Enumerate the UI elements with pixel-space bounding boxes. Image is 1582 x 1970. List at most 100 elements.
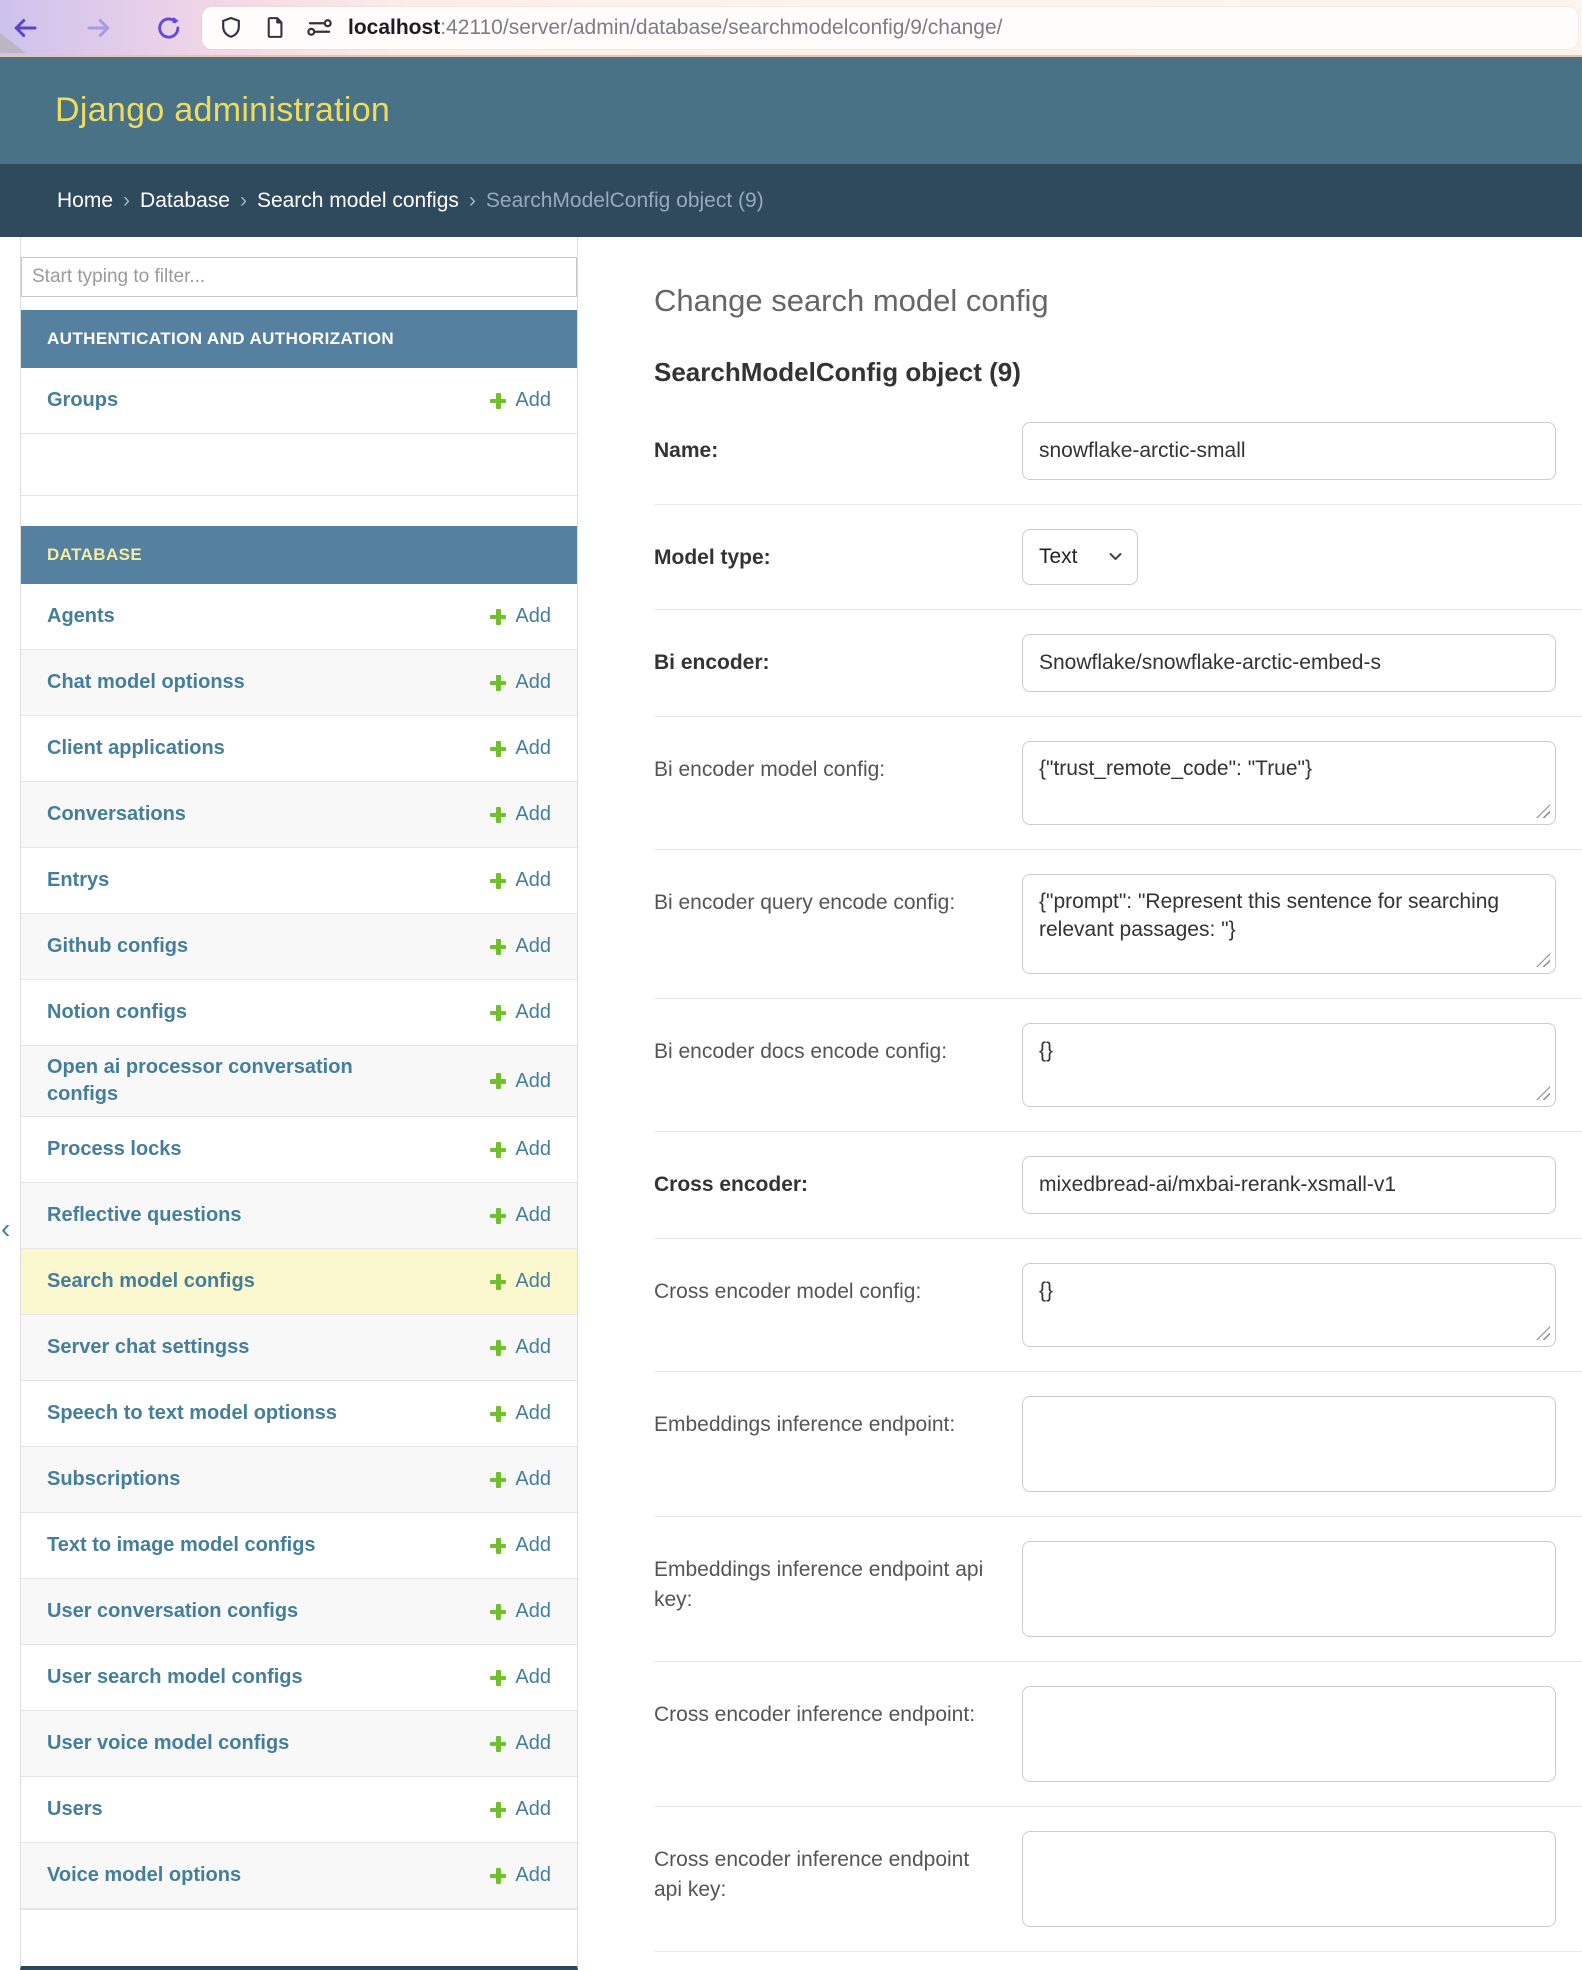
cross-encoder-field[interactable] bbox=[1022, 1156, 1556, 1214]
sidebar-item-entrys[interactable]: Entrys bbox=[47, 867, 109, 894]
url-bar[interactable]: localhost:42110/server/admin/database/se… bbox=[202, 7, 1578, 49]
page-title: Change search model config bbox=[654, 283, 1582, 319]
form-row-embeddings-inference-endpoint-api-key: Embeddings inference endpoint api key: bbox=[654, 1517, 1582, 1662]
add-label: Add bbox=[515, 1270, 551, 1293]
sidebar-item-user-conversation-configs[interactable]: User conversation configs bbox=[47, 1598, 298, 1625]
add-text-to-image-model-configs-button[interactable]: Add bbox=[490, 1534, 551, 1557]
form-row-model-type: Model type: Text bbox=[654, 505, 1582, 610]
add-subscriptions-button[interactable]: Add bbox=[490, 1468, 551, 1491]
sidebar-item-open-ai-processor-conversation-configs[interactable]: Open ai processor conversation configs bbox=[47, 1054, 377, 1108]
breadcrumb-current: SearchModelConfig object (9) bbox=[486, 189, 764, 213]
add-user-conversation-configs-button[interactable]: Add bbox=[490, 1600, 551, 1623]
add-voice-model-options-button[interactable]: Add bbox=[490, 1864, 551, 1887]
sidebar-row-client-applications: Client applications Add bbox=[21, 716, 577, 782]
add-label: Add bbox=[515, 1600, 551, 1623]
url-text[interactable]: localhost:42110/server/admin/database/se… bbox=[348, 16, 1003, 40]
add-reflective-questions-button[interactable]: Add bbox=[490, 1204, 551, 1227]
change-form: Name: Model type: Text Bi encoder: Bi en… bbox=[654, 398, 1582, 1970]
sidebar-item-process-locks[interactable]: Process locks bbox=[47, 1136, 182, 1163]
sidebar-row-speech-to-text-model-optionss: Speech to text model optionss Add bbox=[21, 1381, 577, 1447]
add-speech-to-text-model-optionss-button[interactable]: Add bbox=[490, 1402, 551, 1425]
sidebar-item-server-chat-settingss[interactable]: Server chat settingss bbox=[47, 1334, 249, 1361]
sidebar-item-github-configs[interactable]: Github configs bbox=[47, 933, 188, 960]
sidebar-row-voice-model-options: Voice model options Add bbox=[21, 1843, 577, 1909]
plus-icon bbox=[490, 1472, 506, 1488]
add-label: Add bbox=[515, 1402, 551, 1425]
plus-icon bbox=[490, 1538, 506, 1554]
plus-icon bbox=[490, 1802, 506, 1818]
sidebar-row-user-conversation-configs: User conversation configs Add bbox=[21, 1579, 577, 1645]
embeddings-inference-endpoint-label: Embeddings inference endpoint: bbox=[654, 1396, 1022, 1440]
add-server-chat-settingss-button[interactable]: Add bbox=[490, 1336, 551, 1359]
url-host: localhost bbox=[348, 16, 440, 39]
add-process-locks-button[interactable]: Add bbox=[490, 1138, 551, 1161]
sidebar-item-speech-to-text-model-optionss[interactable]: Speech to text model optionss bbox=[47, 1400, 337, 1427]
sidebar-item-text-to-image-model-configs[interactable]: Text to image model configs bbox=[47, 1532, 316, 1559]
reload-icon[interactable] bbox=[152, 11, 186, 45]
sidebar-item-conversations[interactable]: Conversations bbox=[47, 801, 186, 828]
plus-icon bbox=[490, 1073, 506, 1089]
form-row-cross-encoder: Cross encoder: bbox=[654, 1132, 1582, 1239]
cross-encoder-inference-endpoint-api-key-field[interactable] bbox=[1022, 1831, 1556, 1927]
bi-encoder-model-config-field[interactable] bbox=[1022, 741, 1556, 825]
add-groups-button[interactable]: Add bbox=[490, 389, 551, 412]
add-users-button[interactable]: Add bbox=[490, 1798, 551, 1821]
breadcrumb-link-home[interactable]: Home bbox=[57, 189, 113, 213]
plus-icon bbox=[490, 741, 506, 757]
sidebar-row-groups: Groups Add bbox=[21, 368, 577, 434]
sidebar-item-users[interactable]: Users bbox=[47, 1796, 103, 1823]
sidebar-item-user-search-model-configs[interactable]: User search model configs bbox=[47, 1664, 303, 1691]
bi-encoder-docs-encode-config-field[interactable] bbox=[1022, 1023, 1556, 1107]
sidebar-item-chat-model-optionss[interactable]: Chat model optionss bbox=[47, 669, 245, 696]
breadcrumb-link-database[interactable]: Database bbox=[140, 189, 230, 213]
sidebar-item-voice-model-options[interactable]: Voice model options bbox=[47, 1862, 241, 1889]
model-type-select[interactable]: Text bbox=[1022, 529, 1138, 585]
embeddings-inference-endpoint-api-key-field[interactable] bbox=[1022, 1541, 1556, 1637]
site-title[interactable]: Django administration bbox=[55, 91, 390, 130]
sidebar-filter-input[interactable] bbox=[21, 257, 577, 297]
forward-icon[interactable] bbox=[82, 11, 116, 45]
sidebar-row-server-chat-settingss: Server chat settingss Add bbox=[21, 1315, 577, 1381]
sidebar-item-agents[interactable]: Agents bbox=[47, 603, 115, 630]
model-type-selected-value: Text bbox=[1039, 545, 1078, 569]
add-conversations-button[interactable]: Add bbox=[490, 803, 551, 826]
shield-icon[interactable] bbox=[216, 13, 246, 43]
sidebar-row-chat-model-optionss: Chat model optionss Add bbox=[21, 650, 577, 716]
name-field[interactable] bbox=[1022, 422, 1556, 480]
add-label: Add bbox=[515, 737, 551, 760]
add-label: Add bbox=[515, 869, 551, 892]
site-settings-icon[interactable] bbox=[304, 13, 334, 43]
breadcrumb-link-search-model-configs[interactable]: Search model configs bbox=[257, 189, 459, 213]
sidebar-collapse-toggle[interactable]: ‹ bbox=[1, 1215, 10, 1243]
sidebar-item-notion-configs[interactable]: Notion configs bbox=[47, 999, 187, 1026]
sidebar: AUTHENTICATION AND AUTHORIZATION Groups … bbox=[20, 237, 578, 1970]
add-user-voice-model-configs-button[interactable]: Add bbox=[490, 1732, 551, 1755]
sidebar-item-subscriptions[interactable]: Subscriptions bbox=[47, 1466, 180, 1493]
add-open-ai-processor-conversation-configs-button[interactable]: Add bbox=[490, 1070, 551, 1093]
add-entrys-button[interactable]: Add bbox=[490, 869, 551, 892]
sidebar-item-groups[interactable]: Groups bbox=[47, 387, 118, 414]
add-agents-button[interactable]: Add bbox=[490, 605, 551, 628]
sidebar-item-client-applications[interactable]: Client applications bbox=[47, 735, 225, 762]
sidebar-row-user-search-model-configs: User search model configs Add bbox=[21, 1645, 577, 1711]
add-client-applications-button[interactable]: Add bbox=[490, 737, 551, 760]
sidebar-row-open-ai-processor-conversation-configs: Open ai processor conversation configs A… bbox=[21, 1046, 577, 1117]
add-label: Add bbox=[515, 1534, 551, 1557]
page-icon[interactable] bbox=[260, 13, 290, 43]
sidebar-item-search-model-configs[interactable]: Search model configs bbox=[47, 1268, 255, 1295]
sidebar-item-user-voice-model-configs[interactable]: User voice model configs bbox=[47, 1730, 289, 1757]
sidebar-item-reflective-questions[interactable]: Reflective questions bbox=[47, 1202, 242, 1229]
bi-encoder-field[interactable] bbox=[1022, 634, 1556, 692]
cross-encoder-inference-endpoint-field[interactable] bbox=[1022, 1686, 1556, 1782]
add-chat-model-optionss-button[interactable]: Add bbox=[490, 671, 551, 694]
add-github-configs-button[interactable]: Add bbox=[490, 935, 551, 958]
form-row-bi-encoder-query-encode-config: Bi encoder query encode config: bbox=[654, 850, 1582, 999]
add-notion-configs-button[interactable]: Add bbox=[490, 1001, 551, 1024]
embeddings-inference-endpoint-field[interactable] bbox=[1022, 1396, 1556, 1492]
add-search-model-configs-button[interactable]: Add bbox=[490, 1270, 551, 1293]
add-user-search-model-configs-button[interactable]: Add bbox=[490, 1666, 551, 1689]
add-label: Add bbox=[515, 1138, 551, 1161]
cross-encoder-model-config-field[interactable] bbox=[1022, 1263, 1556, 1347]
browser-toolbar: localhost:42110/server/admin/database/se… bbox=[0, 0, 1582, 57]
bi-encoder-query-encode-config-field[interactable] bbox=[1022, 874, 1556, 974]
